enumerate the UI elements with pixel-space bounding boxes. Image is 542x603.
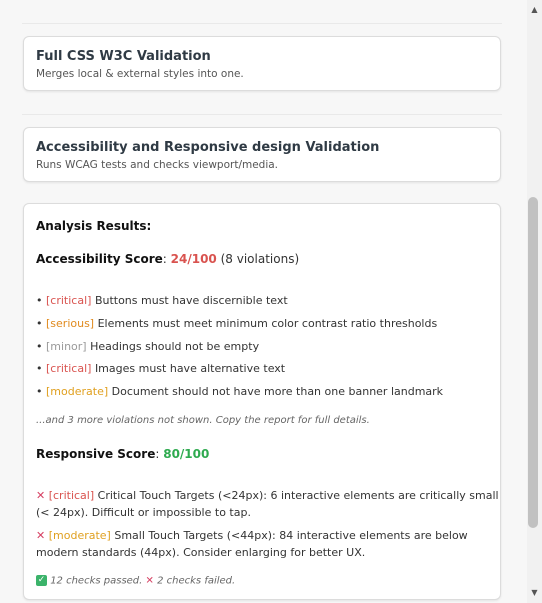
check-item: ✕ [moderate] Small Touch Targets (<44px)… <box>36 529 468 542</box>
scroll-down-icon[interactable]: ▼ <box>527 586 542 600</box>
analysis-results-panel: Analysis Results: Accessibility Score: 2… <box>23 203 501 600</box>
violation-item: • [critical] Buttons must have discernib… <box>36 294 288 307</box>
check-item: ✕ [critical] Critical Touch Targets (<24… <box>36 489 499 502</box>
scroll-up-icon[interactable]: ▲ <box>527 3 542 17</box>
accessibility-validation-desc: Runs WCAG tests and checks viewport/medi… <box>36 159 279 171</box>
css-validation-card[interactable]: Full CSS W3C Validation Merges local & e… <box>23 36 501 91</box>
cross-icon: ✕ <box>36 489 46 502</box>
check-text: Critical Touch Targets (<24px): 6 intera… <box>97 489 499 502</box>
violation-item: • [serious] Elements must meet minimum c… <box>36 317 438 330</box>
violation-item: • [moderate] Document should not have mo… <box>36 385 444 398</box>
divider <box>22 23 502 24</box>
check-text: Small Touch Targets (<44px): 84 interact… <box>114 529 468 542</box>
cross-icon: ✕ <box>145 575 154 587</box>
css-validation-desc: Merges local & external styles into one. <box>36 68 244 80</box>
check-text-cont: modern standards (44px). Consider enlarg… <box>36 546 366 559</box>
severity-badge: [minor] <box>46 340 87 353</box>
responsive-score-line: Responsive Score: 80/100 <box>36 447 210 461</box>
severity-badge: [moderate] <box>48 529 111 542</box>
violation-text: Buttons must have discernible text <box>94 294 288 307</box>
scrollbar-thumb[interactable] <box>528 197 538 528</box>
severity-badge: [critical] <box>46 362 92 375</box>
accessibility-score-label: Accessibility Score <box>36 252 163 266</box>
accessibility-score-line: Accessibility Score: 24/100 (8 violation… <box>36 252 300 266</box>
summary-line: ✓ 12 checks passed. ✕ 2 checks failed. <box>36 575 235 587</box>
responsive-score-value: 80/100 <box>163 447 210 461</box>
cross-icon: ✕ <box>36 529 46 542</box>
severity-badge: [critical] <box>46 294 92 307</box>
passed-count: 12 checks passed. <box>50 575 143 587</box>
results-heading: Analysis Results: <box>36 219 152 233</box>
violation-count: (8 violations) <box>220 252 300 266</box>
responsive-score-label: Responsive Score <box>36 447 156 461</box>
accessibility-score-value: 24/100 <box>170 252 217 266</box>
divider <box>22 114 502 115</box>
checkmark-icon: ✓ <box>36 575 47 586</box>
severity-badge: [moderate] <box>46 385 109 398</box>
check-text-cont: (< 24px). Difficult or impossible to tap… <box>36 506 251 519</box>
accessibility-validation-title: Accessibility and Responsive design Vali… <box>36 140 380 155</box>
violation-text: Document should not have more than one b… <box>111 385 444 398</box>
severity-badge: [serious] <box>46 317 95 330</box>
violation-item: • [minor] Headings should not be empty <box>36 340 260 353</box>
more-violations-note: ...and 3 more violations not shown. Copy… <box>36 415 370 426</box>
violation-text: Headings should not be empty <box>90 340 260 353</box>
css-validation-title: Full CSS W3C Validation <box>36 49 211 64</box>
violation-text: Elements must meet minimum color contras… <box>97 317 438 330</box>
violation-text: Images must have alternative text <box>94 362 286 375</box>
severity-badge: [critical] <box>48 489 95 502</box>
failed-count: 2 checks failed. <box>157 575 236 587</box>
violation-item: • [critical] Images must have alternativ… <box>36 362 286 375</box>
accessibility-validation-card[interactable]: Accessibility and Responsive design Vali… <box>23 127 501 182</box>
